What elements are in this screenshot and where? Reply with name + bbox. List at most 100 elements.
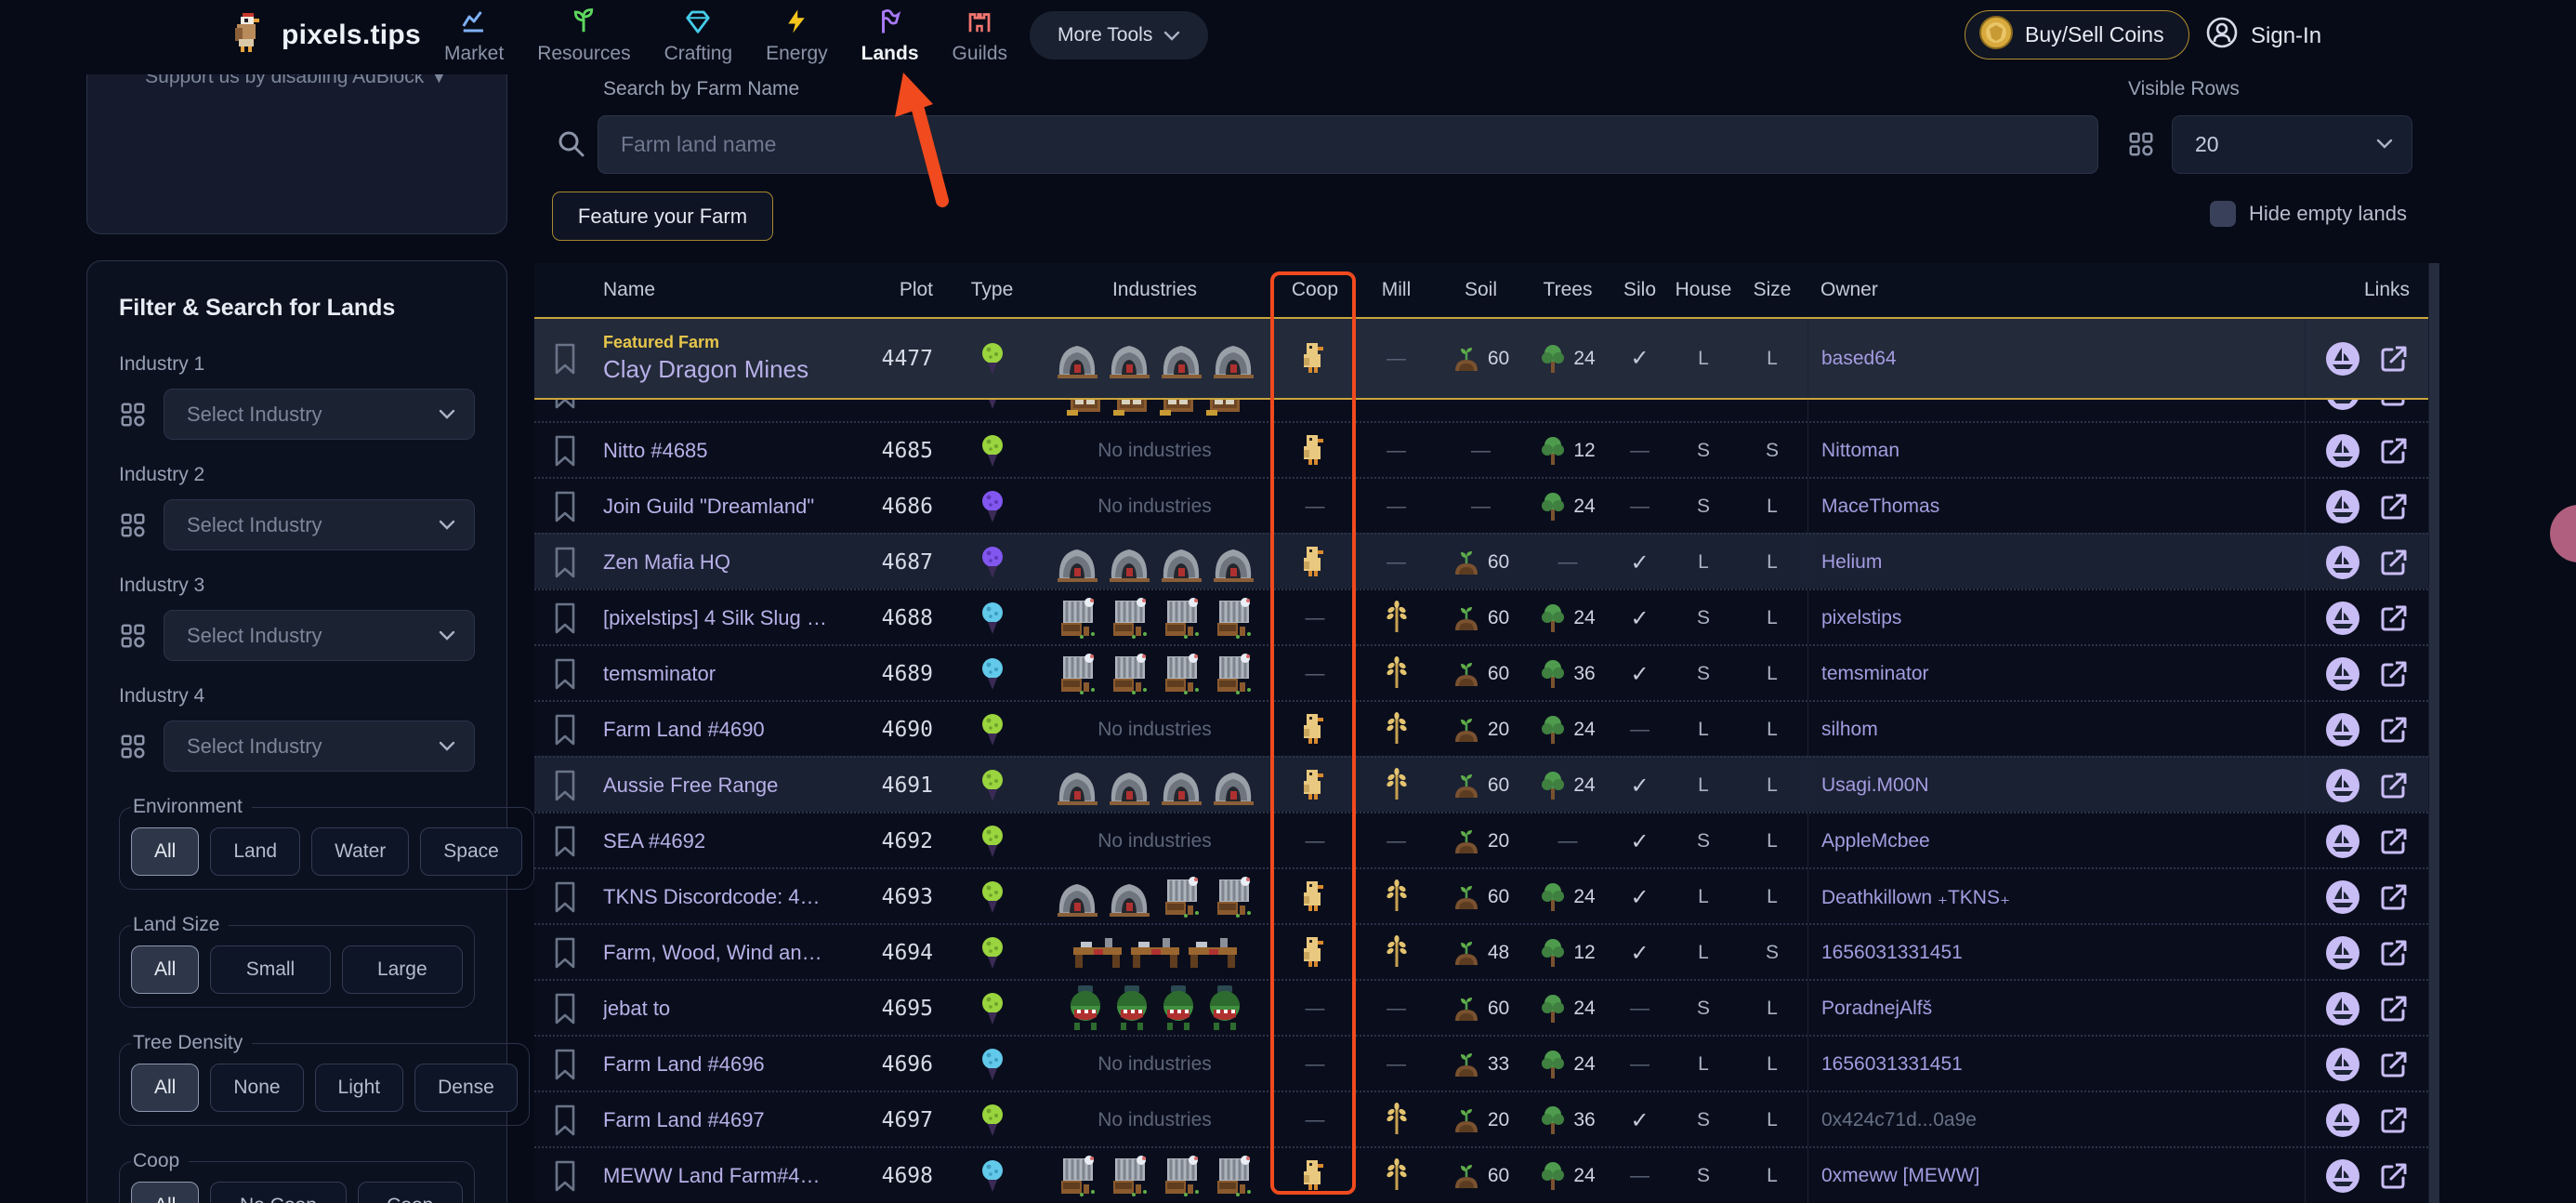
- column-header-links[interactable]: Links: [2305, 279, 2428, 301]
- filter-option-none[interactable]: None: [210, 1064, 303, 1112]
- owner-link[interactable]: Deathkillown ₊TKNS₊: [1807, 869, 2305, 925]
- nav-item-crafting[interactable]: Crafting: [664, 7, 733, 65]
- opensea-link-icon[interactable]: [2324, 432, 2361, 469]
- owner-link[interactable]: PoradnejAlfš: [1807, 981, 2305, 1037]
- opensea-link-icon[interactable]: [2324, 488, 2361, 525]
- bookmark-icon[interactable]: [534, 491, 595, 522]
- farm-name-link[interactable]: SEA #4692: [603, 829, 827, 853]
- table-row[interactable]: Aussie Free Range 4691 60 24 ✓ L L Usagi…: [534, 756, 2428, 812]
- bookmark-icon[interactable]: [534, 400, 595, 409]
- farm-name-link[interactable]: Farm, Wood, Wind and Ch…: [603, 941, 827, 965]
- filter-option-all[interactable]: All: [131, 1182, 199, 1203]
- column-header-name[interactable]: Name: [595, 279, 827, 301]
- opensea-link-icon[interactable]: [2324, 1157, 2361, 1195]
- industry-select-4[interactable]: Select Industry: [164, 720, 475, 772]
- farm-name-link[interactable]: Farm Land #4690: [603, 718, 827, 742]
- filter-option-all[interactable]: All: [131, 945, 199, 994]
- bookmark-icon[interactable]: [534, 881, 595, 913]
- external-link-icon[interactable]: [2378, 435, 2410, 467]
- filter-option-space[interactable]: Space: [420, 827, 522, 876]
- table-row[interactable]: Zen Mafia HQ 4687 — 60 — ✓ L L Helium: [534, 533, 2428, 588]
- table-row[interactable]: temsminator 4689 — 60 36 ✓ S L temsminat…: [534, 644, 2428, 700]
- column-header-coop[interactable]: Coop: [1273, 279, 1357, 301]
- table-scrollbar[interactable]: [2428, 263, 2439, 1203]
- owner-link[interactable]: 0xmeww [MEWW]: [1807, 1148, 2305, 1203]
- external-link-icon[interactable]: [2378, 1160, 2410, 1192]
- filter-option-dense[interactable]: Dense: [414, 1064, 518, 1112]
- bookmark-icon[interactable]: [534, 937, 595, 969]
- farm-name-link[interactable]: Zen Mafia HQ: [603, 550, 827, 575]
- farm-name-link[interactable]: Farm Land #4697: [603, 1108, 827, 1132]
- filter-option-large[interactable]: Large: [342, 945, 463, 994]
- owner-link[interactable]: AppleMcbee: [1807, 813, 2305, 869]
- nav-item-resources[interactable]: Resources: [537, 7, 630, 65]
- more-tools-button[interactable]: More Tools: [1030, 11, 1208, 59]
- opensea-link-icon[interactable]: [2324, 990, 2361, 1027]
- table-row[interactable]: Nitto #4685 4685 No industries — — 12 — …: [534, 421, 2428, 477]
- owner-link[interactable]: temsminator: [1807, 646, 2305, 702]
- table-row[interactable]: Farm Land #4697 4697 No industries — 20 …: [534, 1091, 2428, 1146]
- external-link-icon[interactable]: [2378, 491, 2410, 522]
- opensea-link-icon[interactable]: [2324, 1102, 2361, 1139]
- industry-select-1[interactable]: Select Industry: [164, 389, 475, 440]
- farm-name-link[interactable]: Clay Dragon Mines: [603, 355, 827, 384]
- external-link-icon[interactable]: [2378, 770, 2410, 801]
- bookmark-icon[interactable]: [534, 602, 595, 634]
- bookmark-icon[interactable]: [534, 1049, 595, 1080]
- opensea-link-icon[interactable]: [2324, 544, 2361, 581]
- farm-name-link[interactable]: Join Guild "Dreamland": [603, 495, 827, 519]
- column-header-industries[interactable]: Industries: [1036, 279, 1273, 301]
- grid-icon[interactable]: [119, 622, 147, 650]
- industry-select-2[interactable]: Select Industry: [164, 499, 475, 550]
- farm-name-link[interactable]: jebat to: [603, 997, 827, 1021]
- visible-rows-select[interactable]: 20: [2172, 115, 2412, 174]
- bookmark-icon[interactable]: [534, 547, 595, 578]
- bookmark-icon[interactable]: [534, 658, 595, 690]
- table-row[interactable]: SEA #4692 4692 No industries — — 20 — ✓ …: [534, 812, 2428, 867]
- feature-your-farm-button[interactable]: Feature your Farm: [552, 192, 773, 241]
- filter-option-coop[interactable]: Coop: [358, 1182, 463, 1203]
- nav-item-guilds[interactable]: Guilds: [953, 7, 1008, 65]
- external-link-icon[interactable]: [2378, 658, 2410, 690]
- buy-sell-coins-button[interactable]: Buy/Sell Coins: [1965, 10, 2189, 59]
- opensea-link-icon[interactable]: [2324, 655, 2361, 693]
- filter-option-no-coop[interactable]: No Coop: [210, 1182, 346, 1203]
- table-row[interactable]: jebat to 4695 — — 60 24 — S L PoradnejAl…: [534, 979, 2428, 1035]
- farm-name-link[interactable]: Aussie Free Range: [603, 773, 827, 798]
- owner-link[interactable]: 1656031331451: [1807, 1037, 2305, 1092]
- external-link-icon[interactable]: [2378, 1049, 2410, 1080]
- table-row[interactable]: Join Guild "Dreamland" 4686 No industrie…: [534, 477, 2428, 533]
- column-header-plot[interactable]: Plot: [827, 279, 948, 301]
- opensea-link-icon[interactable]: [2324, 1046, 2361, 1083]
- nav-item-lands[interactable]: Lands: [861, 7, 919, 65]
- table-row[interactable]: Featured Farm Clay Dragon Mines 4477 — 6…: [534, 317, 2428, 400]
- opensea-link-icon[interactable]: [2324, 711, 2361, 748]
- nav-item-market[interactable]: Market: [444, 7, 504, 65]
- external-link-icon[interactable]: [2378, 993, 2410, 1025]
- table-row[interactable]: Farm Land #4696 4696 No industries — — 3…: [534, 1035, 2428, 1091]
- external-link-icon[interactable]: [2378, 400, 2410, 409]
- sign-in-button[interactable]: Sign-In: [2204, 15, 2321, 57]
- bookmark-icon[interactable]: [534, 826, 595, 857]
- hide-empty-lands-toggle[interactable]: Hide empty lands: [2210, 201, 2407, 227]
- external-link-icon[interactable]: [2378, 547, 2410, 578]
- external-link-icon[interactable]: [2378, 1104, 2410, 1136]
- filter-option-all[interactable]: All: [131, 1064, 199, 1112]
- external-link-icon[interactable]: [2378, 937, 2410, 969]
- external-link-icon[interactable]: [2378, 714, 2410, 746]
- bookmark-icon[interactable]: [534, 1160, 595, 1192]
- farm-name-link[interactable]: temsminator: [603, 662, 827, 686]
- bookmark-icon[interactable]: [534, 714, 595, 746]
- external-link-icon[interactable]: [2378, 881, 2410, 913]
- filter-option-water[interactable]: Water: [311, 827, 409, 876]
- opensea-link-icon[interactable]: [2324, 400, 2361, 412]
- filter-option-all[interactable]: All: [131, 827, 199, 876]
- industry-select-3[interactable]: Select Industry: [164, 610, 475, 661]
- search-input[interactable]: [598, 115, 2098, 174]
- farm-name-link[interactable]: Nitto #4685: [603, 439, 827, 463]
- opensea-link-icon[interactable]: [2324, 823, 2361, 860]
- owner-link[interactable]: MaceThomas: [1807, 479, 2305, 535]
- hide-empty-checkbox[interactable]: [2210, 201, 2236, 227]
- owner-link[interactable]: Usagi.M00N: [1807, 758, 2305, 813]
- column-header-owner[interactable]: Owner: [1807, 279, 2305, 301]
